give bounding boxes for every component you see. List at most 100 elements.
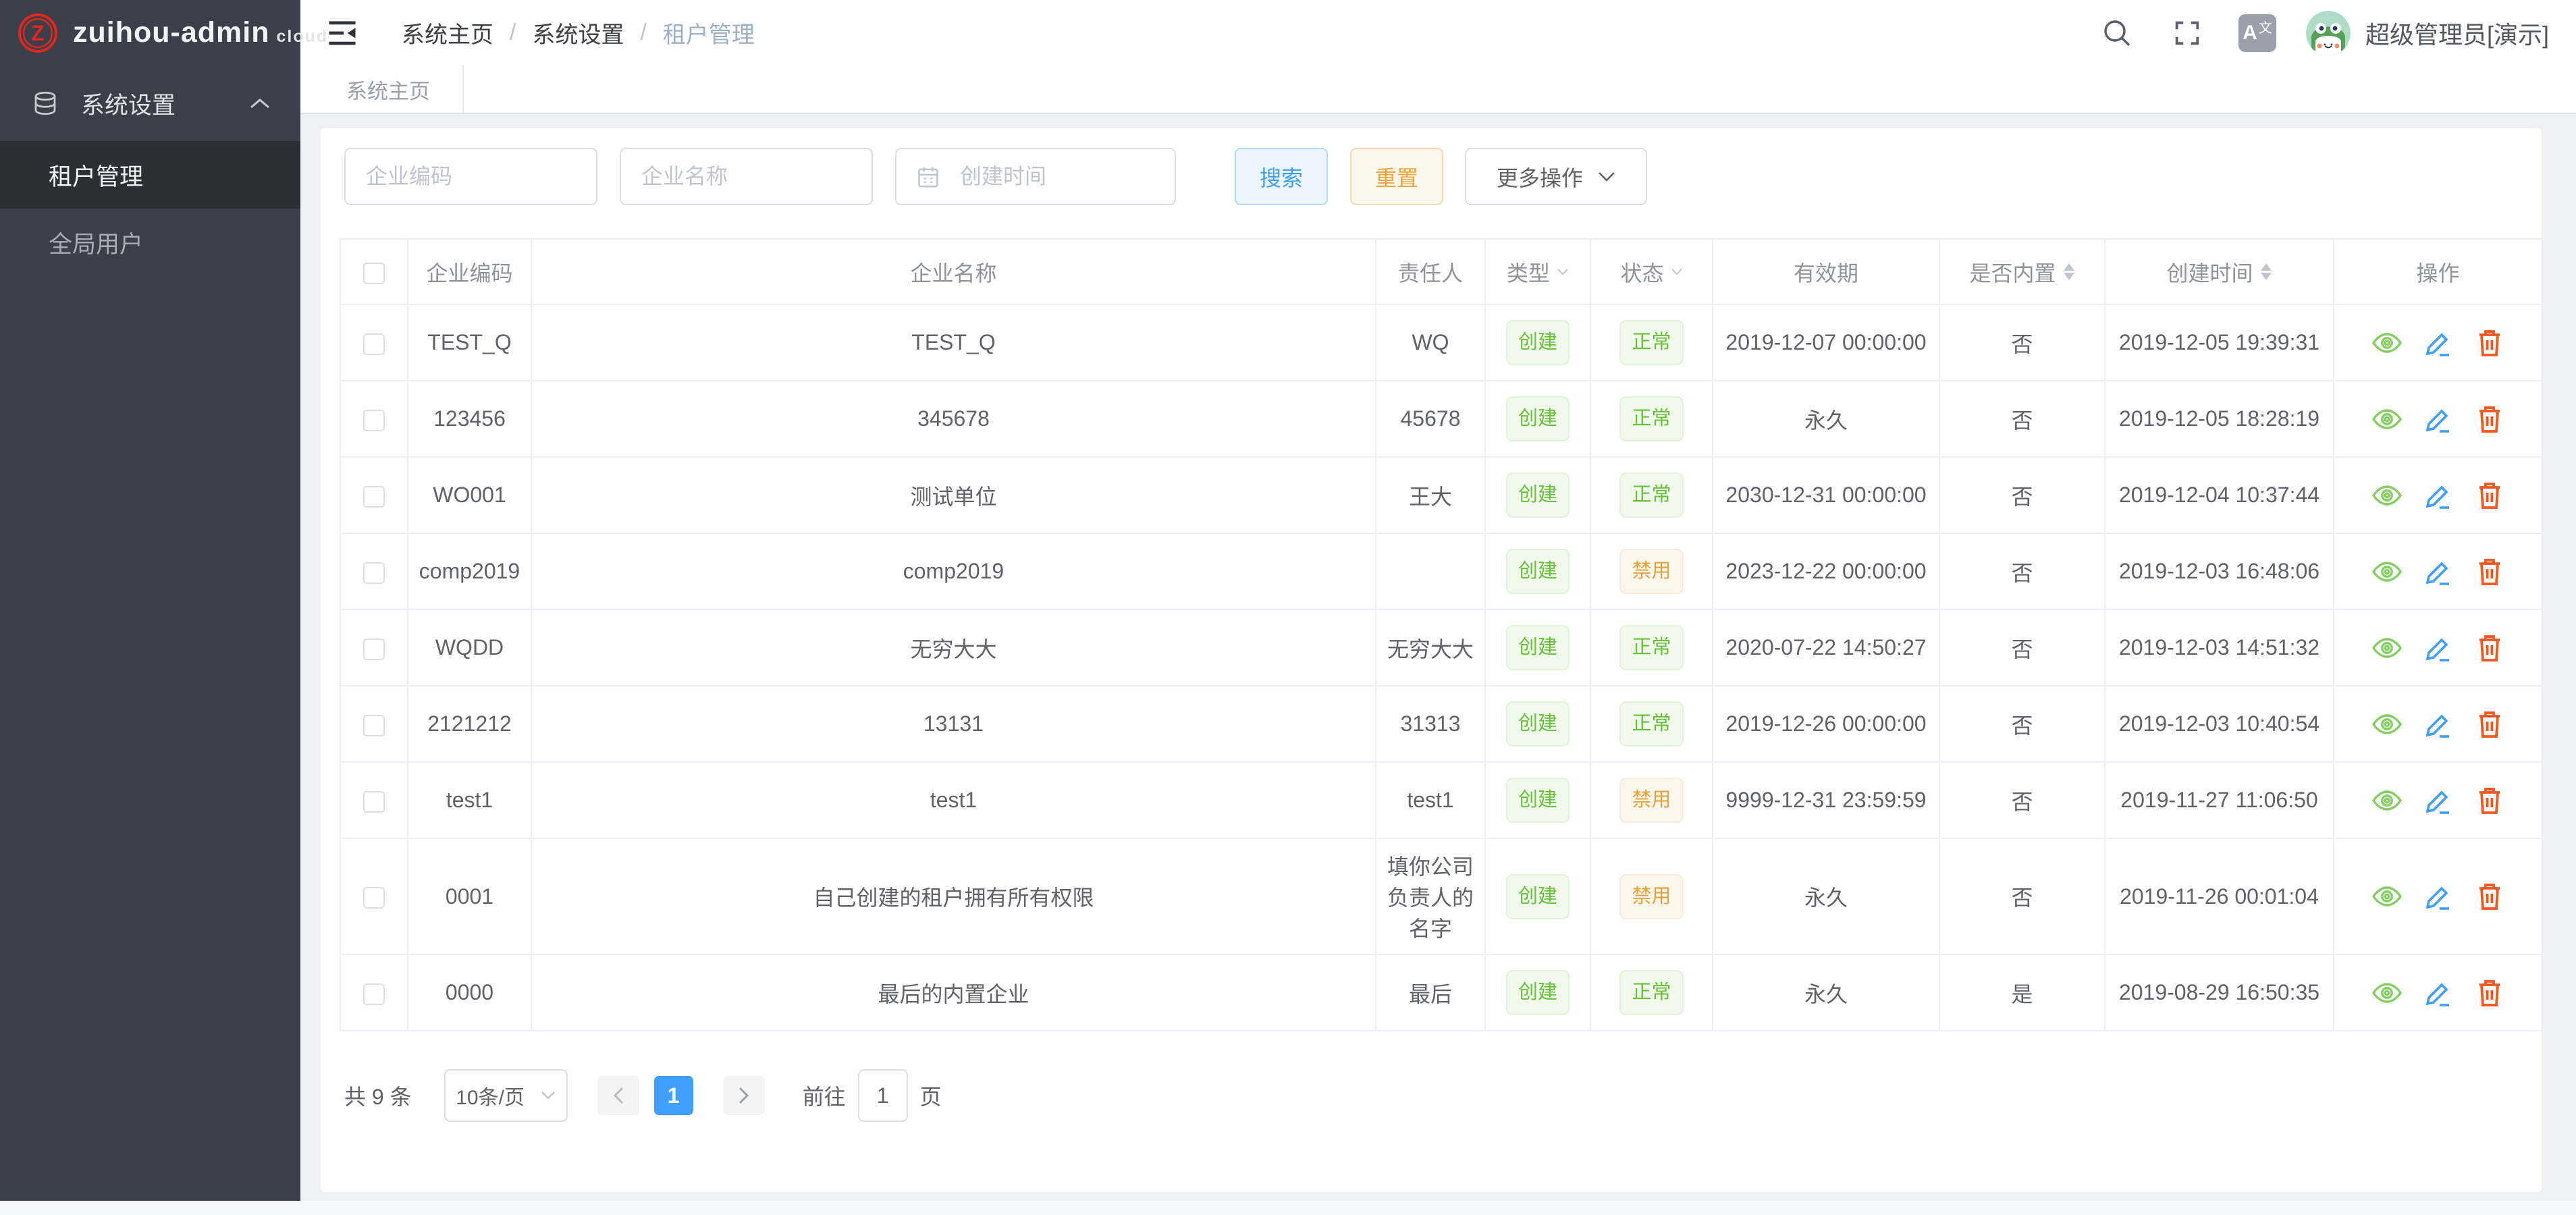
- user-name[interactable]: 超级管理员[演示]: [2365, 16, 2549, 51]
- app-logo[interactable]: Z zuihou-admincloud: [0, 0, 300, 65]
- delete-icon[interactable]: [2473, 327, 2506, 359]
- row-checkbox[interactable]: [363, 410, 385, 431]
- filter-bar: 搜索 重置 更多操作: [344, 148, 2542, 205]
- delete-icon[interactable]: [2473, 479, 2506, 512]
- sidebar-item-label: 全局用户: [49, 225, 143, 260]
- fullscreen-icon[interactable]: [2168, 14, 2206, 52]
- col-header-code: 企业编码: [408, 239, 531, 304]
- content-card: 搜索 重置 更多操作 企业编码 企业名称 责任人 类型 状态 有效期 是否内置 …: [321, 128, 2542, 1192]
- view-icon[interactable]: [2371, 784, 2403, 817]
- delete-icon[interactable]: [2473, 880, 2506, 913]
- next-page-button[interactable]: [723, 1076, 765, 1115]
- edit-icon[interactable]: [2422, 556, 2454, 588]
- view-icon[interactable]: [2371, 479, 2403, 512]
- edit-icon[interactable]: [2422, 327, 2454, 359]
- sidebar-item-global-users[interactable]: 全局用户: [0, 209, 300, 276]
- delete-icon[interactable]: [2473, 556, 2506, 588]
- collapse-sidebar-icon[interactable]: [325, 16, 360, 51]
- tab-system-home[interactable]: 系统主页: [314, 65, 464, 113]
- reset-button[interactable]: 重置: [1350, 148, 1443, 205]
- calendar-icon: [915, 164, 941, 190]
- delete-icon[interactable]: [2473, 708, 2506, 740]
- status-badge: 正常: [1619, 320, 1683, 365]
- translate-icon[interactable]: A文: [2238, 14, 2276, 52]
- cell-name: 13131: [531, 686, 1376, 762]
- cell-builtin: 否: [1939, 304, 2105, 381]
- row-checkbox[interactable]: [363, 983, 385, 1005]
- edit-icon[interactable]: [2422, 632, 2454, 664]
- sort-carets-icon[interactable]: [2260, 263, 2272, 280]
- cell-created: 2019-12-05 18:28:19: [2105, 381, 2334, 457]
- cell-builtin: 否: [1939, 457, 2105, 533]
- goto-page-input[interactable]: [858, 1069, 908, 1122]
- company-code-input[interactable]: [344, 148, 597, 205]
- delete-icon[interactable]: [2473, 632, 2506, 664]
- row-checkbox[interactable]: [363, 715, 385, 736]
- sidebar-item-tenant-management[interactable]: 租户管理: [0, 141, 300, 209]
- row-checkbox[interactable]: [363, 562, 385, 584]
- search-button[interactable]: 搜索: [1235, 148, 1328, 205]
- edit-icon[interactable]: [2422, 479, 2454, 512]
- company-name-input[interactable]: [620, 148, 873, 205]
- view-icon[interactable]: [2371, 403, 2403, 435]
- translate-main-glyph: A: [2243, 22, 2257, 45]
- col-header-status[interactable]: 状态: [1590, 239, 1713, 304]
- delete-icon[interactable]: [2473, 403, 2506, 435]
- edit-icon[interactable]: [2422, 880, 2454, 913]
- created-time-picker[interactable]: [895, 148, 1176, 205]
- cell-owner: 45678: [1376, 381, 1485, 457]
- cell-expire: 2023-12-22 00:00:00: [1713, 533, 1939, 610]
- edit-icon[interactable]: [2422, 403, 2454, 435]
- edit-icon[interactable]: [2422, 784, 2454, 817]
- edit-icon[interactable]: [2422, 708, 2454, 740]
- cell-expire: 9999-12-31 23:59:59: [1713, 762, 1939, 838]
- cell-created: 2019-12-03 14:51:32: [2105, 610, 2334, 686]
- page-size-select[interactable]: 10条/页: [444, 1069, 568, 1122]
- cell-code: 123456: [408, 381, 531, 457]
- sidebar-group-system-settings[interactable]: 系统设置: [0, 65, 300, 141]
- table-row: TEST_Q TEST_Q WQ 创建 正常 2019-12-07 00:00:…: [340, 304, 2542, 381]
- app-title-suffix: cloud: [276, 27, 328, 46]
- cell-expire: 2019-12-07 00:00:00: [1713, 304, 1939, 381]
- tenant-table: 企业编码 企业名称 责任人 类型 状态 有效期 是否内置 创建时间 操作 TES…: [340, 238, 2543, 1031]
- view-icon[interactable]: [2371, 708, 2403, 740]
- more-actions-button[interactable]: 更多操作: [1465, 148, 1647, 205]
- cell-expire: 永久: [1713, 381, 1939, 457]
- edit-icon[interactable]: [2422, 977, 2454, 1009]
- row-checkbox[interactable]: [363, 887, 385, 909]
- cell-name: 最后的内置企业: [531, 954, 1376, 1031]
- row-checkbox[interactable]: [363, 639, 385, 660]
- page-number-1[interactable]: 1: [654, 1076, 693, 1115]
- row-checkbox[interactable]: [363, 333, 385, 355]
- breadcrumb-system-settings[interactable]: 系统设置: [532, 16, 624, 49]
- view-icon[interactable]: [2371, 880, 2403, 913]
- delete-icon[interactable]: [2473, 784, 2506, 817]
- search-icon[interactable]: [2098, 14, 2136, 52]
- view-icon[interactable]: [2371, 327, 2403, 359]
- prev-page-button[interactable]: [597, 1076, 639, 1115]
- view-icon[interactable]: [2371, 977, 2403, 1009]
- breadcrumb-home[interactable]: 系统主页: [402, 16, 493, 49]
- page-size-value: 10条/页: [456, 1081, 525, 1110]
- cell-created: 2019-08-29 16:50:35: [2105, 954, 2334, 1031]
- more-actions-label: 更多操作: [1497, 161, 1583, 192]
- col-header-type[interactable]: 类型: [1485, 239, 1590, 304]
- avatar[interactable]: [2306, 11, 2351, 55]
- table-row: 123456 345678 45678 创建 正常 永久 否 2019-12-0…: [340, 381, 2542, 457]
- row-checkbox[interactable]: [363, 486, 385, 508]
- cell-name: TEST_Q: [531, 304, 1376, 381]
- sidebar-item-label: 租户管理: [49, 158, 143, 192]
- sort-carets-icon[interactable]: [2063, 263, 2075, 280]
- col-header-created[interactable]: 创建时间: [2105, 239, 2334, 304]
- select-all-checkbox[interactable]: [363, 263, 385, 284]
- col-header-name: 企业名称: [531, 239, 1376, 304]
- type-badge: 创建: [1506, 320, 1569, 365]
- view-icon[interactable]: [2371, 632, 2403, 664]
- col-header-builtin[interactable]: 是否内置: [1939, 239, 2105, 304]
- cell-owner: 王大: [1376, 457, 1485, 533]
- row-checkbox[interactable]: [363, 791, 385, 813]
- translate-sub-glyph: 文: [2259, 17, 2272, 36]
- view-icon[interactable]: [2371, 556, 2403, 588]
- breadcrumb-current: 租户管理: [663, 16, 755, 49]
- delete-icon[interactable]: [2473, 977, 2506, 1009]
